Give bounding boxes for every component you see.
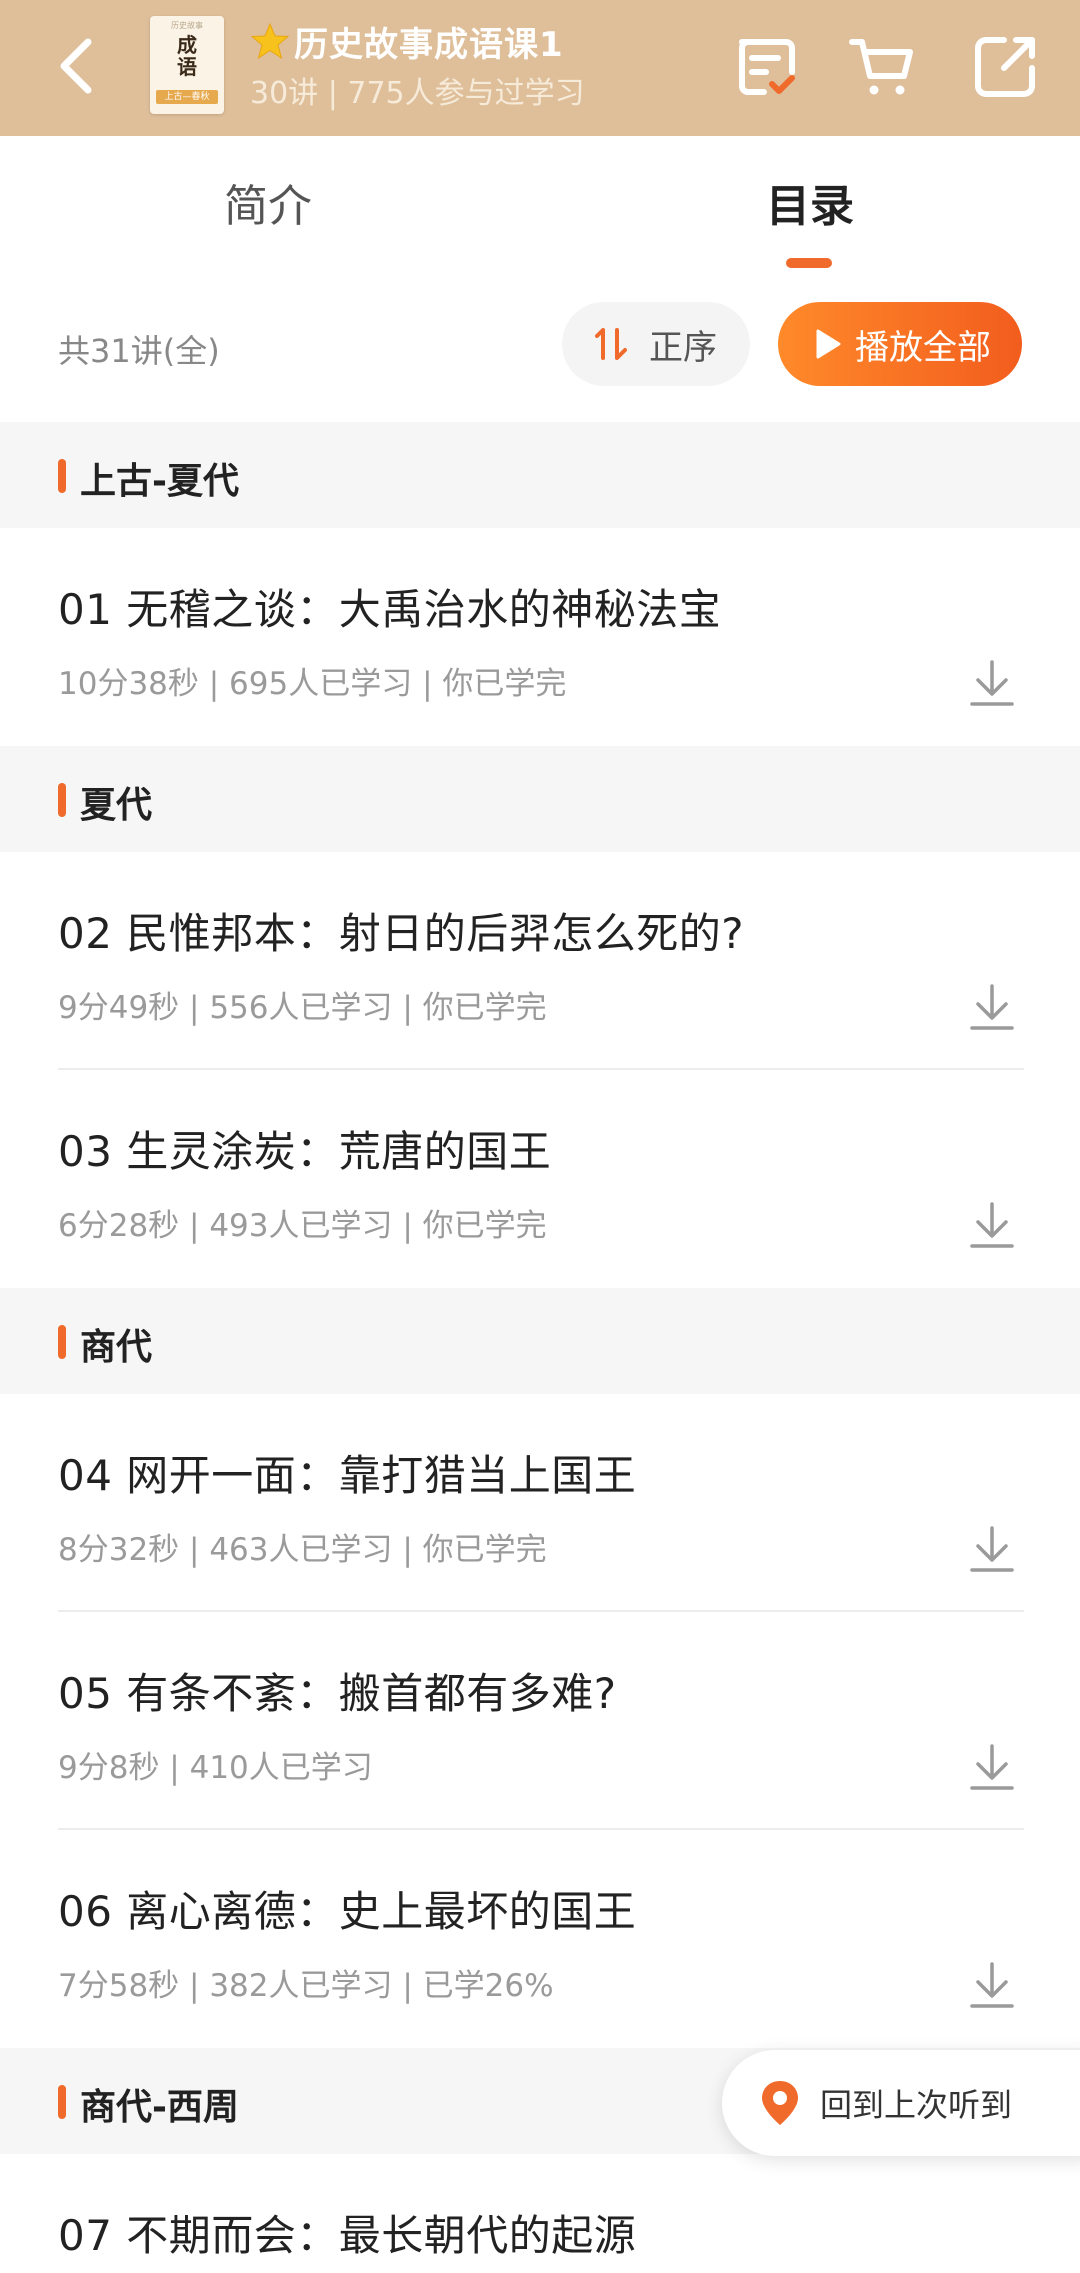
lesson-total: 共31讲(全) [58,332,220,370]
cover-char-2: 语 [177,55,197,79]
back-arrow-icon[interactable] [50,34,106,98]
section-header: 上古-夏代 [0,422,1080,528]
section-title: 上古-夏代 [80,461,239,502]
play-icon [816,329,841,359]
lesson-meta: 10分38秒 | 695人已学习 | 你已学完 [58,666,567,702]
lesson-row[interactable]: 02 民惟邦本：射日的后羿怎么死的? 9分49秒 | 556人已学习 | 你已学… [0,852,1080,1070]
lesson-title: 01 无稽之谈：大禹治水的神秘法宝 [58,585,722,634]
section-title: 商代-西周 [80,2087,239,2128]
section-accent-bar [58,2085,66,2119]
star-icon [250,22,290,60]
section-header: 夏代 [0,746,1080,852]
lesson-meta: 9分8秒 | 410人已学习 [58,1750,373,1786]
download-icon[interactable] [966,1958,1018,2014]
tab-toc[interactable]: 目录 [766,170,854,234]
course-title: 历史故事成语课1 [294,24,564,65]
lesson-row[interactable]: 07 不期而会：最长朝代的起源 [0,2154,1080,2273]
lesson-row[interactable]: 01 无稽之谈：大禹治水的神秘法宝 10分38秒 | 695人已学习 | 你已学… [0,528,1080,746]
cover-small-text: 历史故事 [171,21,203,30]
play-all-label: 播放全部 [855,327,991,368]
sort-order-label: 正序 [649,327,717,368]
lesson-title: 05 有条不紊：搬首都有多难? [58,1669,617,1718]
course-subtitle: 30讲 | 775人参与过学习 [250,76,585,111]
course-cover[interactable]: 历史故事 成 语 课 上古—春秋 [150,16,224,114]
lesson-meta: 9分49秒 | 556人已学习 | 你已学完 [58,990,547,1026]
download-icon[interactable] [966,980,1018,1036]
lesson-row[interactable]: 04 网开一面：靠打猎当上国王 8分32秒 | 463人已学习 | 你已学完 [0,1394,1080,1612]
cover-band: 上古—春秋 [156,90,218,104]
lesson-row[interactable]: 06 离心离德：史上最坏的国王 7分58秒 | 382人已学习 | 已学26% [0,1830,1080,2048]
resume-last-position-button[interactable]: 回到上次听到 [722,2050,1080,2156]
section-accent-bar [58,1325,66,1359]
lesson-title: 07 不期而会：最长朝代的起源 [58,2211,637,2260]
lesson-row[interactable]: 03 生灵涂炭：荒唐的国王 6分28秒 | 493人已学习 | 你已学完 [0,1070,1080,1288]
download-icon[interactable] [966,1740,1018,1796]
lesson-meta: 6分28秒 | 493人已学习 | 你已学完 [58,1208,547,1244]
section-title: 夏代 [80,785,153,826]
location-pin-icon [762,2081,798,2125]
active-tab-indicator [786,258,832,268]
lesson-meta: 7分58秒 | 382人已学习 | 已学26% [58,1968,554,2004]
download-icon[interactable] [966,1522,1018,1578]
share-icon[interactable] [970,30,1042,102]
resume-label: 回到上次听到 [820,2086,1013,2124]
course-title-block: 历史故事成语课1 30讲 | 775人参与过学习 [250,16,585,112]
play-all-button[interactable]: 播放全部 [778,302,1022,386]
lesson-title: 06 离心离德：史上最坏的国王 [58,1887,637,1936]
lesson-title: 04 网开一面：靠打猎当上国王 [58,1451,637,1500]
lesson-title: 03 生灵涂炭：荒唐的国王 [58,1127,552,1176]
section-accent-bar [58,459,66,493]
lesson-title: 02 民惟邦本：射日的后羿怎么死的? [58,909,745,958]
section-accent-bar [58,783,66,817]
lesson-meta: 8分32秒 | 463人已学习 | 你已学完 [58,1532,547,1568]
download-icon[interactable] [966,656,1018,712]
section-header: 商代 [0,1288,1080,1394]
sort-order-button[interactable]: 正序 [562,302,750,386]
tab-intro[interactable]: 简介 [224,170,312,234]
cart-icon[interactable] [846,30,918,102]
cover-char-1: 成 [177,33,197,57]
checklist-icon[interactable] [728,30,800,102]
lesson-row[interactable]: 05 有条不紊：搬首都有多难? 9分8秒 | 410人已学习 [0,1612,1080,1830]
top-bar: 历史故事 成 语 课 上古—春秋 历史故事成语课1 30讲 | 775人参与过学… [0,0,1080,136]
sort-icon [595,328,627,360]
download-icon[interactable] [966,1198,1018,1254]
section-title: 商代 [80,1327,153,1368]
